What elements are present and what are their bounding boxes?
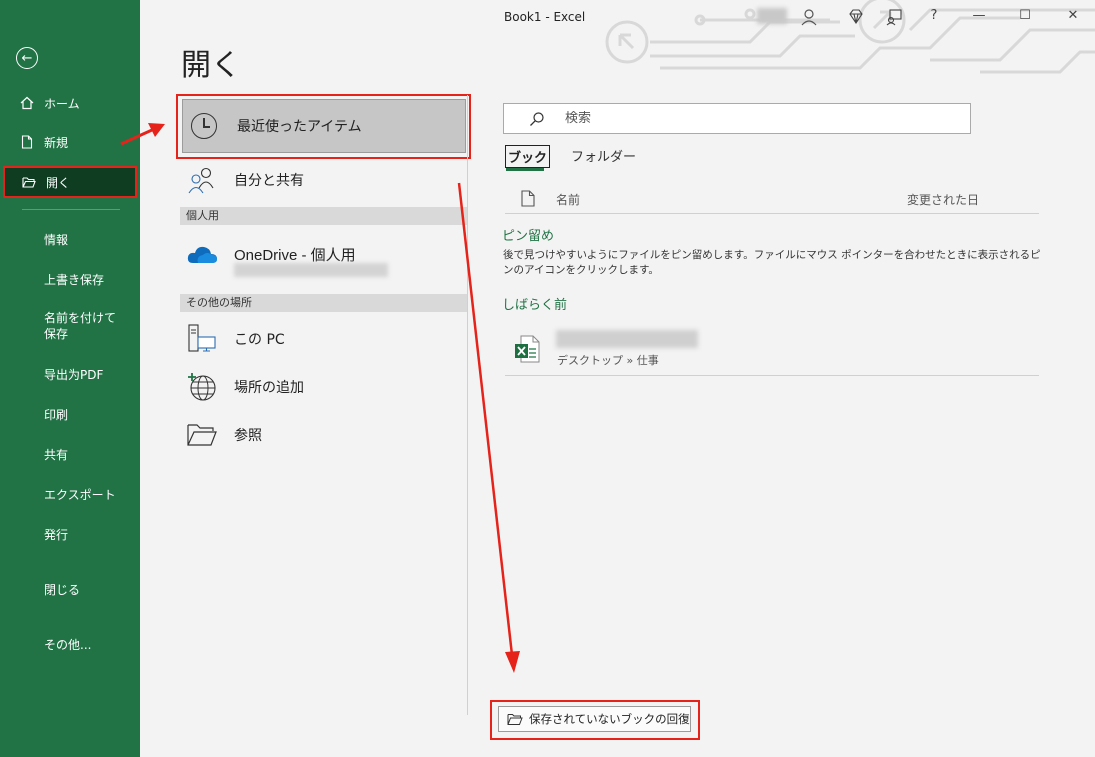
globe-add-icon: [188, 373, 216, 401]
location-add-place[interactable]: 場所の追加: [186, 373, 304, 401]
nav-new[interactable]: 新規: [0, 133, 140, 151]
nav-info-label: 情報: [44, 232, 69, 247]
recent-file-row[interactable]: デスクトップ » 仕事: [505, 326, 1039, 376]
backstage-sidebar: ← ホーム 新規 開く 情報 上書き保存 名前を付けて保存 导出为PDF 印刷 …: [0, 0, 140, 757]
highlight-recover: [490, 700, 700, 740]
nav-export-label: エクスポート: [44, 487, 116, 502]
nav-home-label: ホーム: [44, 96, 80, 111]
excel-file-icon: [515, 335, 540, 363]
column-divider: [467, 95, 468, 715]
nav-share-label: 共有: [44, 447, 69, 462]
people-icon: [188, 167, 214, 194]
tab-active-indicator: [506, 168, 544, 171]
nav-home[interactable]: ホーム: [0, 94, 140, 112]
account-icon[interactable]: [799, 8, 819, 26]
search-box[interactable]: [503, 103, 971, 134]
location-add-place-label: 場所の追加: [234, 380, 304, 396]
window-title: Book1 - Excel: [504, 10, 586, 24]
nav-more-label: その他...: [44, 637, 92, 652]
page-title: 開く: [181, 48, 241, 83]
minimize-button[interactable]: —: [969, 8, 989, 23]
help-button[interactable]: ?: [924, 8, 944, 23]
column-name[interactable]: 名前: [556, 191, 580, 208]
nav-open-label: 開く: [46, 175, 71, 190]
nav-info[interactable]: 情報: [0, 230, 140, 248]
file-path: デスクトップ » 仕事: [557, 354, 659, 367]
location-shared-label: 自分と共有: [234, 173, 304, 189]
nav-share[interactable]: 共有: [0, 445, 140, 463]
section-personal: 個人用: [180, 207, 467, 225]
nav-print-label: 印刷: [44, 407, 69, 422]
highlight-recent: [176, 94, 471, 159]
nav-publish[interactable]: 発行: [0, 525, 140, 543]
pinned-description: 後で見つけやすいようにファイルをピン留めします。ファイルにマウス ポインターを合…: [503, 249, 1041, 276]
section-other-places: その他の場所: [180, 294, 467, 312]
nav-open[interactable]: 開く: [3, 166, 137, 198]
nav-export-pdf-label: 导出为PDF: [44, 367, 104, 382]
file-name: [556, 330, 698, 348]
nav-save-as[interactable]: 名前を付けて保存: [0, 310, 140, 344]
nav-export-pdf[interactable]: 导出为PDF: [0, 365, 140, 383]
location-shared[interactable]: 自分と共有: [186, 166, 304, 194]
back-arrow-icon: ←: [21, 50, 33, 66]
location-browse-label: 参照: [234, 428, 262, 444]
pinned-section-title: ピン留め: [502, 229, 555, 244]
nav-save-label: 上書き保存: [44, 272, 105, 287]
nav-export[interactable]: エクスポート: [0, 485, 140, 503]
maximize-button[interactable]: ☐: [1015, 8, 1035, 23]
sidebar-divider: [22, 209, 120, 210]
tab-book[interactable]: ブック: [505, 145, 551, 168]
close-window-button[interactable]: ✕: [1063, 8, 1083, 23]
folder-icon: [187, 424, 217, 446]
nav-more[interactable]: その他...: [0, 635, 140, 653]
diamond-icon[interactable]: [846, 8, 866, 26]
location-onedrive-label: OneDrive - 個人用: [234, 246, 356, 264]
back-button[interactable]: ←: [16, 47, 38, 69]
location-this-pc-label: この PC: [234, 332, 285, 348]
location-browse[interactable]: 参照: [186, 421, 262, 449]
search-icon: [530, 111, 544, 126]
nav-new-label: 新規: [44, 135, 69, 150]
nav-save-as-label: 名前を付けて保存: [44, 311, 117, 341]
new-document-icon: [21, 135, 33, 149]
nav-print[interactable]: 印刷: [0, 405, 140, 423]
nav-save[interactable]: 上書き保存: [0, 270, 140, 288]
location-this-pc[interactable]: この PC: [186, 324, 285, 353]
file-type-icon: [521, 190, 535, 207]
file-list-header: 名前 変更された日: [505, 186, 1039, 214]
column-modified[interactable]: 変更された日: [907, 191, 979, 208]
home-icon: [20, 96, 34, 110]
nav-publish-label: 発行: [44, 527, 69, 542]
nav-close[interactable]: 閉じる: [0, 580, 140, 598]
nav-close-label: 閉じる: [44, 582, 81, 597]
search-input[interactable]: [565, 111, 945, 126]
share-icon[interactable]: [885, 8, 905, 26]
onedrive-cloud-icon: [187, 246, 217, 263]
computer-icon: [188, 324, 216, 352]
account-name: [757, 8, 787, 24]
older-section-title: しばらく前: [502, 298, 568, 313]
open-folder-icon: [22, 177, 36, 188]
onedrive-account: [234, 263, 388, 277]
tab-folder[interactable]: フォルダー: [571, 146, 636, 165]
